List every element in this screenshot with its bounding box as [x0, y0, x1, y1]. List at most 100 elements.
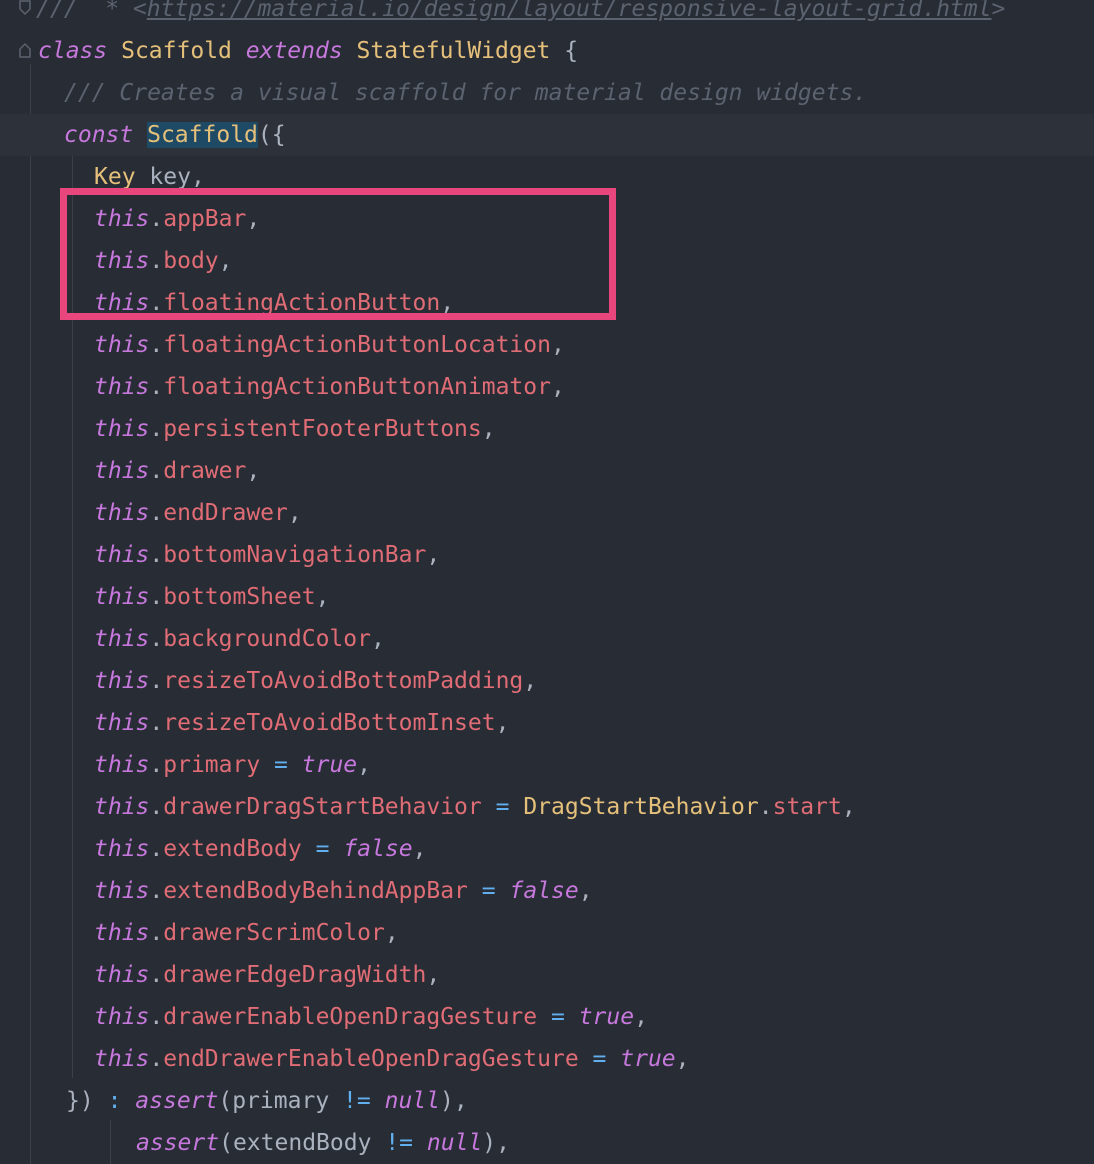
code-token: ,: [246, 458, 261, 484]
code-token: ,: [495, 710, 510, 736]
code-token: {: [550, 38, 579, 64]
code-token: .: [149, 668, 164, 694]
code-token: resizeToAvoidBottomInset: [163, 710, 496, 736]
code-token: =: [315, 836, 330, 862]
code-line[interactable]: this.floatingActionButton,: [0, 282, 1094, 324]
code-token: key: [149, 164, 191, 190]
code-line[interactable]: this.appBar,: [0, 198, 1094, 240]
code-token: !=: [385, 1130, 413, 1156]
code-line[interactable]: this.bottomNavigationBar,: [0, 534, 1094, 576]
code-token: ,: [440, 290, 455, 316]
code-line[interactable]: this.extendBodyBehindAppBar = false,: [0, 870, 1094, 912]
code-token: start: [772, 794, 842, 820]
code-token: .: [149, 500, 164, 526]
code-token: .: [149, 1004, 164, 1030]
code-line[interactable]: this.drawerScrimColor,: [0, 912, 1094, 954]
code-line[interactable]: }) : assert(primary != null),: [0, 1080, 1094, 1122]
code-token: extendBodyBehindAppBar: [163, 878, 468, 904]
code-token: this: [94, 500, 150, 526]
code-token: Scaffold: [147, 122, 258, 148]
code-token: this: [94, 1046, 150, 1072]
code-line[interactable]: this.resizeToAvoidBottomInset,: [0, 702, 1094, 744]
code-line[interactable]: Key key,: [0, 156, 1094, 198]
code-line[interactable]: this.drawerEnableOpenDragGesture = true,: [0, 996, 1094, 1038]
code-line[interactable]: this.drawerDragStartBehavior = DragStart…: [0, 786, 1094, 828]
code-line[interactable]: this.floatingActionButtonLocation,: [0, 324, 1094, 366]
code-token: =: [481, 878, 496, 904]
code-token: class: [38, 38, 108, 64]
code-token: persistentFooterButtons: [163, 416, 482, 442]
code-token: .: [149, 542, 164, 568]
code-line[interactable]: this.bottomSheet,: [0, 576, 1094, 618]
code-token: this: [94, 962, 150, 988]
code-token: (: [219, 1130, 233, 1156]
code-line[interactable]: /// * <https://material.io/design/layout…: [0, 0, 1094, 30]
code-line[interactable]: /// Creates a visual scaffold for materi…: [0, 72, 1094, 114]
code-line[interactable]: this.drawer,: [0, 450, 1094, 492]
fold-marker-icon[interactable]: [18, 42, 32, 58]
code-token: ({: [257, 122, 286, 148]
code-line[interactable]: this.persistentFooterButtons,: [0, 408, 1094, 450]
code-token: primary: [163, 752, 261, 778]
code-token: this: [94, 374, 150, 400]
code-token: =: [495, 794, 510, 820]
code-editor[interactable]: /// * <https://material.io/design/layout…: [0, 0, 1094, 1164]
code-token: .: [149, 626, 164, 652]
code-token: bottomNavigationBar: [163, 542, 427, 568]
code-token: .: [149, 374, 164, 400]
code-token: =: [550, 1004, 565, 1030]
code-line[interactable]: this.floatingActionButtonAnimator,: [0, 366, 1094, 408]
code-token: this: [94, 794, 150, 820]
code-token: this: [94, 752, 150, 778]
code-token: ,: [315, 584, 330, 610]
code-token: drawerDragStartBehavior: [163, 794, 482, 820]
fold-marker-icon[interactable]: [18, 0, 32, 16]
code-token: null: [384, 1088, 440, 1114]
code-token: .: [149, 332, 164, 358]
code-line[interactable]: assert(extendBody != null),: [0, 1122, 1094, 1164]
code-token: true: [301, 752, 358, 778]
code-token: this: [94, 710, 150, 736]
code-line[interactable]: this.drawerEdgeDragWidth,: [0, 954, 1094, 996]
code-line[interactable]: this.primary = true,: [0, 744, 1094, 786]
code-token: ,: [426, 962, 441, 988]
code-line[interactable]: this.endDrawerEnableOpenDragGesture = tr…: [0, 1038, 1094, 1080]
code-line[interactable]: this.resizeToAvoidBottomPadding,: [0, 660, 1094, 702]
code-line[interactable]: this.body,: [0, 240, 1094, 282]
code-token: ,: [841, 794, 856, 820]
code-line[interactable]: this.extendBody = false,: [0, 828, 1094, 870]
code-line[interactable]: this.backgroundColor,: [0, 618, 1094, 660]
code-token: (: [218, 1088, 233, 1114]
code-token: ,: [550, 332, 565, 358]
code-line[interactable]: const Scaffold({: [0, 114, 1094, 156]
code-token: assert: [136, 1130, 220, 1156]
code-token: extendBody: [232, 1130, 372, 1156]
code-token: .: [149, 206, 164, 232]
code-token: .: [149, 458, 164, 484]
code-token: this: [94, 458, 150, 484]
code-token: this: [94, 1004, 150, 1030]
code-token: this: [94, 248, 150, 274]
code-line[interactable]: this.endDrawer,: [0, 492, 1094, 534]
code-token: null: [426, 1130, 483, 1156]
code-token: ,: [550, 374, 565, 400]
code-token: /// Creates a visual scaffold for materi…: [64, 80, 868, 106]
code-token: .: [149, 794, 164, 820]
code-line[interactable]: class Scaffold extends StatefulWidget {: [0, 30, 1094, 72]
code-token: >: [991, 0, 1006, 22]
code-token: .: [149, 836, 164, 862]
code-token: StatefulWidget: [356, 38, 551, 64]
code-token: this: [94, 206, 150, 232]
code-token: bottomSheet: [163, 584, 316, 610]
code-token: ,: [426, 542, 441, 568]
